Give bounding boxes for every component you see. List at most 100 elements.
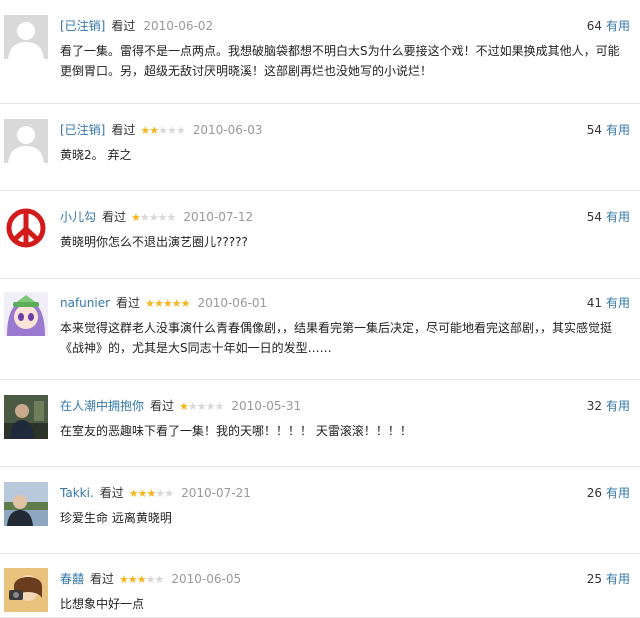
comment-divider <box>0 379 640 380</box>
watched-label: 看过 <box>150 399 175 413</box>
rating-stars: ★★★★★ <box>179 398 225 416</box>
star-empty-icon: ★ <box>145 573 156 586</box>
comment-item: [已注销] 看过 ★★★★★ 2010-06-03 54 有用 黄晓2。 弃之 <box>0 112 640 191</box>
default-avatar-icon[interactable] <box>4 119 48 163</box>
rating-stars: ★★★★★ <box>119 571 165 589</box>
star-empty-icon: ★ <box>157 211 168 224</box>
useful-button[interactable]: 有用 <box>606 19 630 33</box>
username-link[interactable]: [已注销] <box>60 19 105 33</box>
star-filled-icon: ★ <box>140 124 150 137</box>
vote-count: 26 <box>586 486 602 500</box>
peace-sign-icon[interactable] <box>4 206 48 250</box>
comment-date: 2010-07-12 <box>183 210 254 224</box>
vote-count: 32 <box>586 399 602 413</box>
star-empty-icon: ★ <box>175 124 186 137</box>
comment-date: 2010-05-31 <box>231 399 302 413</box>
username-link[interactable]: nafunier <box>60 296 110 310</box>
username-link[interactable]: Takki. <box>60 486 94 500</box>
votes: 32 有用 <box>587 397 630 415</box>
rating-stars: ★★★★★ <box>131 209 177 227</box>
comment-date: 2010-07-21 <box>181 486 251 500</box>
vote-count: 64 <box>586 19 602 33</box>
username-link[interactable]: [已注销] <box>60 123 105 137</box>
comment-text: 黄晓明你怎么不退出演艺圈儿????? <box>60 235 248 249</box>
votes: 54 有用 <box>587 121 630 139</box>
useful-button[interactable]: 有用 <box>606 123 630 137</box>
votes: 64 有用 <box>587 17 630 35</box>
star-filled-icon: ★ <box>137 487 148 500</box>
comment-text: 在室友的恶趣味下看了一集！我的天哪！！！！ 天雷滚滚！！！！ <box>60 424 412 438</box>
star-empty-icon: ★ <box>205 400 216 413</box>
useful-button[interactable]: 有用 <box>606 210 630 224</box>
comment-text: 看了一集。雷得不是一点两点。我想破脑袋都想不明白大S为什么要接这个戏！不过如果换… <box>60 44 620 78</box>
star-empty-icon: ★ <box>214 400 225 413</box>
person-photo-avatar-icon[interactable] <box>4 395 48 439</box>
rating-stars: ★★★★★ <box>140 122 186 140</box>
rating-stars: ★★★★★ <box>145 295 191 313</box>
comment-header: 春囍 看过 ★★★★★ 2010-06-05 <box>60 570 241 588</box>
votes: 54 有用 <box>587 208 630 226</box>
vote-count: 54 <box>586 123 602 137</box>
star-empty-icon: ★ <box>158 124 168 137</box>
comment-text: 黄晓2。 弃之 <box>60 148 132 162</box>
username-link[interactable]: 小儿勾 <box>60 210 96 224</box>
star-filled-icon: ★ <box>179 400 189 413</box>
comment-date: 2010-06-03 <box>192 123 263 137</box>
comment-header: nafunier 看过 ★★★★★ 2010-06-01 <box>60 294 267 312</box>
star-filled-icon: ★ <box>128 487 139 500</box>
comment-date: 2010-06-01 <box>197 296 268 310</box>
vote-count: 54 <box>586 210 602 224</box>
star-filled-icon: ★ <box>131 211 141 224</box>
default-avatar-icon[interactable] <box>4 15 48 59</box>
comment-item: nafunier 看过 ★★★★★ 2010-06-01 41 有用 本来觉得这群老人没事演… <box>0 285 640 380</box>
star-empty-icon: ★ <box>155 487 165 500</box>
useful-button[interactable]: 有用 <box>606 399 630 413</box>
comment-item: 小儿勾 看过 ★★★★★ 2010-07-12 54 有用黄晓明你怎么不退出演艺圈儿???… <box>0 199 640 279</box>
comment-header: 在人潮中拥抱你 看过 ★★★★★ 2010-05-31 <box>60 397 301 415</box>
selfie-photo-avatar-icon[interactable] <box>4 568 48 612</box>
comment-item: [已注销] 看过 2010-06-02 64 有用看了一集。雷得不是一点两点。我想破脑袋… <box>0 8 640 104</box>
anime-girl-avatar-icon[interactable] <box>4 292 48 336</box>
star-filled-icon: ★ <box>119 573 129 586</box>
star-filled-icon: ★ <box>162 297 173 310</box>
useful-button[interactable]: 有用 <box>606 296 630 310</box>
watched-label: 看过 <box>116 296 141 310</box>
star-empty-icon: ★ <box>164 487 174 500</box>
username-link[interactable]: 春囍 <box>60 572 84 586</box>
star-filled-icon: ★ <box>153 297 164 310</box>
comment-divider <box>0 103 640 104</box>
watched-label: 看过 <box>111 123 136 137</box>
useful-button[interactable]: 有用 <box>606 486 630 500</box>
watched-label: 看过 <box>111 19 136 33</box>
star-filled-icon: ★ <box>171 297 182 310</box>
star-empty-icon: ★ <box>166 211 177 224</box>
comment-divider <box>0 466 640 467</box>
comment-divider <box>0 278 640 279</box>
comment-text: 本来觉得这群老人没事演什么青春偶像剧，，结果看完第一集后决定，尽可能地看完这部剧… <box>60 321 613 355</box>
star-filled-icon: ★ <box>180 297 191 310</box>
comment-text: 比想象中好一点 <box>60 597 145 611</box>
comment-divider <box>0 190 640 191</box>
votes: 25 有用 <box>587 570 630 588</box>
votes: 26 有用 <box>587 484 630 502</box>
lake-photo-avatar-icon[interactable] <box>4 482 48 526</box>
star-empty-icon: ★ <box>154 573 165 586</box>
comment-list: [已注销] 看过 2010-06-02 64 有用 看了一集。雷得不是一点两点。我想破脑袋… <box>0 0 640 618</box>
comment-date: 2010-06-05 <box>171 572 242 586</box>
useful-button[interactable]: 有用 <box>606 572 630 586</box>
watched-label: 看过 <box>90 572 115 586</box>
comment-item: 在人潮中拥抱你 看过 ★★★★★ 2010-05-31 32 有用 在室友的恶趣味下看了一集… <box>0 388 640 467</box>
vote-count: 25 <box>586 572 602 586</box>
star-filled-icon: ★ <box>145 297 155 310</box>
comment-header: Takki. 看过 ★★★★★ 2010-07-21 <box>60 484 251 502</box>
comment-header: 小儿勾 看过 ★★★★★ 2010-07-12 <box>60 208 253 226</box>
star-filled-icon: ★ <box>127 573 138 586</box>
watched-label: 看过 <box>102 210 127 224</box>
star-filled-icon: ★ <box>149 124 159 137</box>
comment-date: 2010-06-02 <box>143 19 214 33</box>
comment-item: 春囍 看过 ★★★★★ 2010-06-05 25 有用比想象中好一点 <box>0 561 640 618</box>
star-empty-icon: ★ <box>187 400 198 413</box>
star-empty-icon: ★ <box>196 400 207 413</box>
star-empty-icon: ★ <box>167 124 177 137</box>
username-link[interactable]: 在人潮中拥抱你 <box>60 399 144 413</box>
